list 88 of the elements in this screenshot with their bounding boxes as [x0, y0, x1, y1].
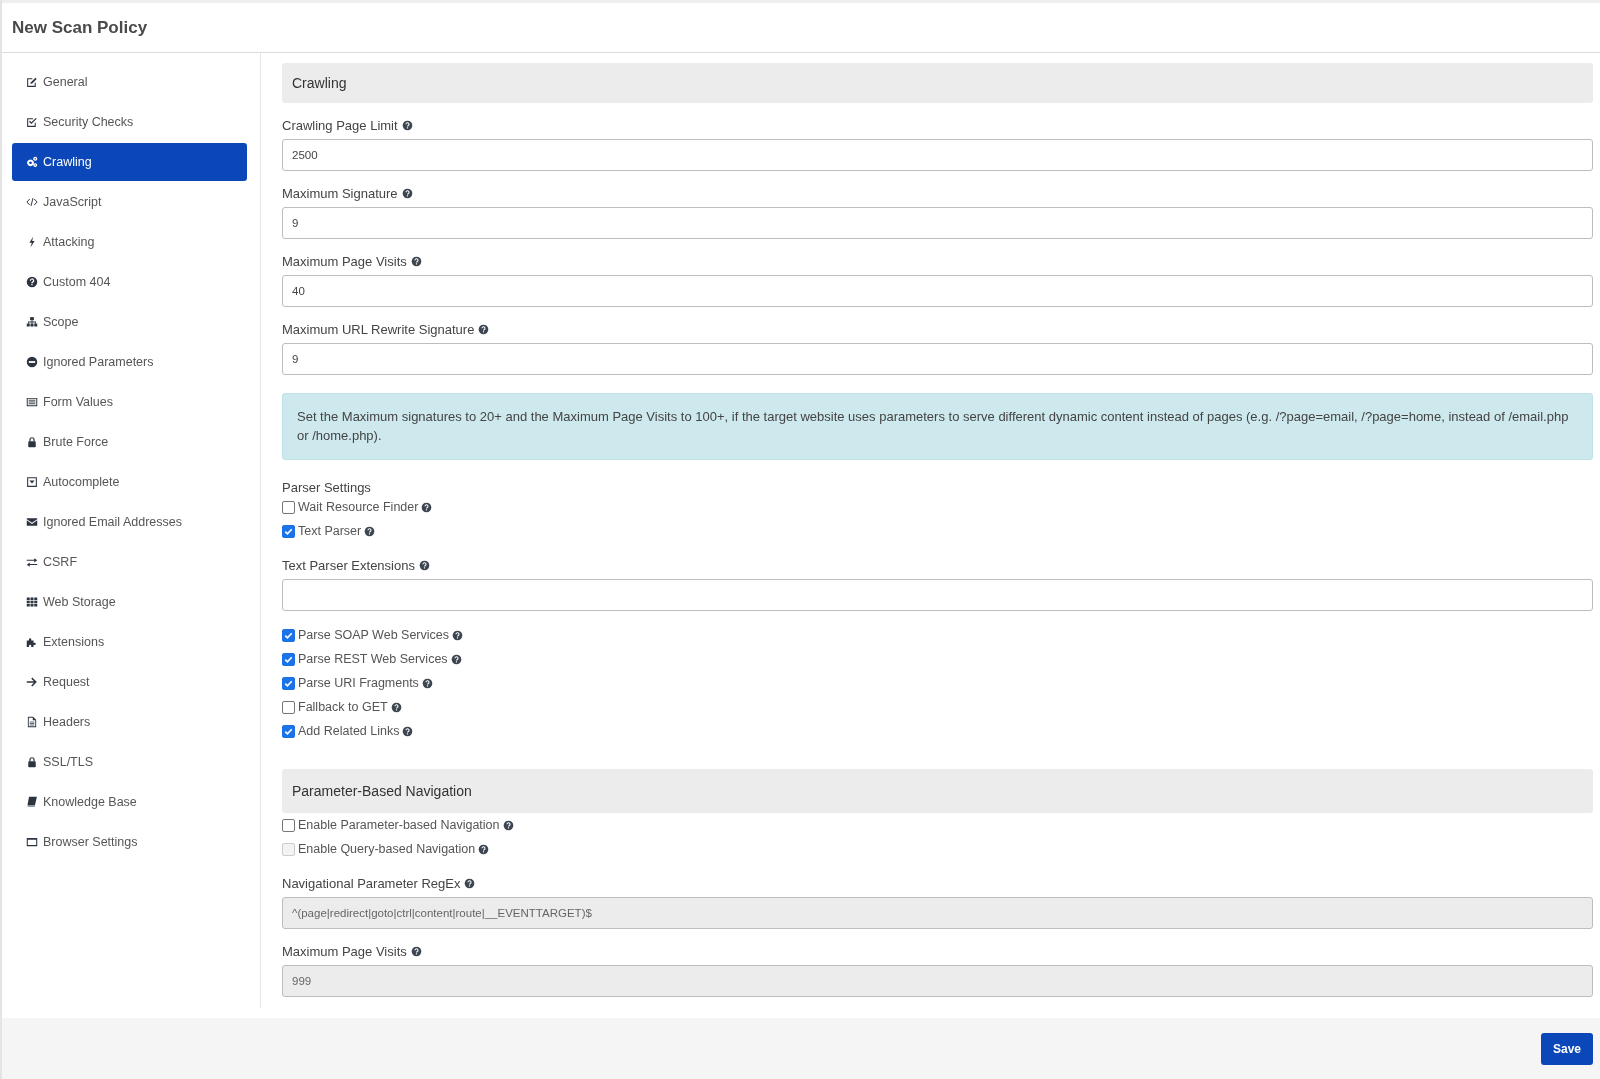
- sidebar-item[interactable]: General: [12, 63, 247, 101]
- code-icon: [26, 196, 38, 208]
- gears-icon: [26, 156, 38, 168]
- checkbox[interactable]: [282, 500, 295, 514]
- section-header: Parameter-Based Navigation: [282, 769, 1593, 813]
- sidebar-item[interactable]: Crawling: [12, 143, 247, 181]
- question-circle-icon: [26, 276, 38, 288]
- save-button[interactable]: Save: [1540, 1032, 1593, 1065]
- text-field[interactable]: 9: [282, 207, 1593, 239]
- puzzle-piece-icon: [26, 636, 38, 648]
- help-icon[interactable]: [478, 323, 490, 335]
- sidebar-item[interactable]: Web Storage: [12, 583, 247, 621]
- text-field[interactable]: 9: [282, 343, 1593, 375]
- checkbox-label: Enable Query-based Navigation: [298, 842, 476, 856]
- section-header: Crawling: [282, 63, 1593, 103]
- sidebar-item[interactable]: Ignored Email Addresses: [12, 503, 247, 541]
- sitemap-icon: [26, 316, 38, 328]
- sidebar-item[interactable]: Knowledge Base: [12, 783, 247, 821]
- sidebar-item[interactable]: Extensions: [12, 623, 247, 661]
- checkbox-label: Text Parser: [298, 524, 362, 538]
- field-label: Maximum URL Rewrite Signature: [282, 321, 475, 337]
- text-field[interactable]: 2500: [282, 139, 1593, 171]
- sidebar-item[interactable]: Ignored Parameters: [12, 343, 247, 381]
- checkbox[interactable]: [282, 524, 295, 538]
- sidebar-item[interactable]: Request: [12, 663, 247, 701]
- sidebar-item[interactable]: Security Checks: [12, 103, 247, 141]
- field-label: Maximum Page Visits: [282, 253, 407, 269]
- right-arrow-icon: [26, 676, 38, 688]
- field-label: Maximum Page Visits: [282, 943, 407, 959]
- text-field[interactable]: [282, 579, 1593, 611]
- help-icon[interactable]: [401, 119, 413, 131]
- help-icon[interactable]: [502, 819, 514, 831]
- checkbox-label: Add Related Links: [298, 724, 400, 738]
- checkbox[interactable]: [282, 628, 295, 642]
- sidebar-item[interactable]: Custom 404: [12, 263, 247, 301]
- field-label: Text Parser Extensions: [282, 557, 415, 573]
- info-note: Set the Maximum signatures to 20+ and the Maximum Page Visits to 100+, if the target website uses parameters to serve different dynamic content instead of pages (e.g. /?page=email, /?page=home, instead of /email.php or /home.php).: [282, 393, 1593, 460]
- help-icon[interactable]: [410, 945, 422, 957]
- checkbox-label: Wait Resource Finder: [298, 500, 419, 514]
- help-icon[interactable]: [464, 877, 476, 889]
- sidebar-item[interactable]: Autocomplete: [12, 463, 247, 501]
- page-title: New Scan Policy: [12, 17, 148, 38]
- exchange-arrows-icon: [26, 556, 38, 568]
- help-icon[interactable]: [452, 629, 463, 641]
- checkbox-label: Parse REST Web Services: [298, 652, 448, 666]
- checkbox-label: Parse URI Fragments: [298, 676, 419, 690]
- checkbox[interactable]: [282, 676, 295, 690]
- window-icon: [26, 836, 38, 848]
- help-icon[interactable]: [364, 525, 376, 537]
- checkbox[interactable]: [282, 818, 295, 832]
- help-icon[interactable]: [402, 725, 414, 737]
- text-field[interactable]: 40: [282, 275, 1593, 307]
- field-label: Crawling Page Limit: [282, 117, 398, 133]
- help-icon[interactable]: [418, 559, 430, 571]
- checkbox[interactable]: [282, 652, 295, 666]
- document-icon: [26, 716, 38, 728]
- sidebar-item[interactable]: Brute Force: [12, 423, 247, 461]
- checkbox[interactable]: [282, 700, 295, 714]
- checkbox-label: Parse SOAP Web Services: [298, 628, 449, 642]
- help-icon[interactable]: [450, 653, 462, 665]
- help-icon[interactable]: [401, 187, 413, 199]
- sidebar-item[interactable]: SSL/TLS: [12, 743, 247, 781]
- checkbox-label: Enable Parameter-based Navigation: [298, 818, 500, 832]
- padlock-icon: [26, 436, 38, 448]
- minus-circle-icon: [26, 356, 38, 368]
- help-icon[interactable]: [390, 701, 402, 713]
- sidebar-item[interactable]: Scope: [12, 303, 247, 341]
- envelope-icon: [26, 516, 38, 528]
- help-icon[interactable]: [421, 677, 433, 689]
- padlock-icon: [26, 756, 38, 768]
- checked-square-icon: [26, 116, 38, 128]
- sidebar-item[interactable]: Attacking: [12, 223, 247, 261]
- checkbox-label: Fallback to GET: [298, 700, 388, 714]
- sidebar-item[interactable]: Headers: [12, 703, 247, 741]
- group-label: Parser Settings: [282, 480, 372, 495]
- grid-icon: [26, 596, 38, 608]
- help-icon[interactable]: [410, 255, 422, 267]
- sidebar-item[interactable]: CSRF: [12, 543, 247, 581]
- list-icon: [26, 396, 38, 408]
- sidebar-item[interactable]: JavaScript: [12, 183, 247, 221]
- sidebar-item[interactable]: Browser Settings: [12, 823, 247, 861]
- field-label: Maximum Signature: [282, 185, 398, 201]
- sidebar-item[interactable]: Form Values: [12, 383, 247, 421]
- field-label: Navigational Parameter RegEx: [282, 875, 461, 891]
- checkbox[interactable]: [282, 724, 295, 738]
- help-icon[interactable]: [478, 843, 490, 855]
- help-icon[interactable]: [421, 501, 433, 513]
- book-icon: [26, 796, 38, 808]
